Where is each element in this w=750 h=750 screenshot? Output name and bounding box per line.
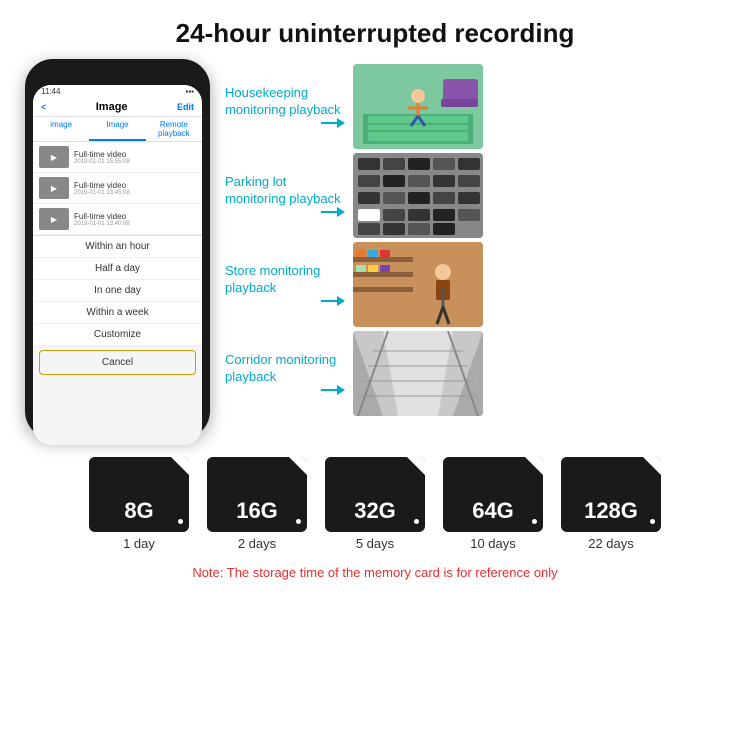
list-item[interactable]: ▶ Full-time video 2019-01-01 15:55:08 (33, 142, 202, 173)
monitoring-label-store: Store monitoringplayback (225, 263, 345, 297)
monitoring-img-store (353, 242, 483, 327)
sd-card-32g: 32G (325, 457, 425, 532)
connector-housekeeping (321, 118, 345, 128)
dropdown-option-halfday[interactable]: Half a day (33, 258, 202, 280)
sd-label-16g: 16G (236, 498, 278, 524)
phone-container: 11:44 ▪▪▪ < Image Edit image Image Remot… (20, 59, 215, 439)
phone-icons: ▪▪▪ (185, 87, 194, 96)
storage-note: Note: The storage time of the memory car… (192, 565, 557, 580)
phone-back[interactable]: < (41, 102, 46, 112)
cancel-button[interactable]: Cancel (39, 350, 196, 375)
phone-tab-image[interactable]: image (33, 117, 89, 141)
video-thumb: ▶ (39, 146, 69, 168)
card-16g: 16G 2 days (207, 457, 307, 551)
dropdown-option-customize[interactable]: Customize (33, 324, 202, 346)
monitoring-list: Housekeepingmonitoring playback (225, 59, 730, 416)
sd-label-128g: 128G (584, 498, 638, 524)
dropdown-option-oneday[interactable]: In one day (33, 280, 202, 302)
phone-list: ▶ Full-time video 2019-01-01 15:55:08 ▶ … (33, 142, 202, 235)
days-32g: 5 days (356, 536, 394, 551)
days-128g: 22 days (588, 536, 634, 551)
card-64g: 64G 10 days (443, 457, 543, 551)
storage-section: 8G 1 day 16G 2 days 32G 5 days 64G (0, 439, 750, 590)
phone-status-bar: 11:44 ▪▪▪ (33, 85, 202, 98)
header-section: 24-hour uninterrupted recording (0, 0, 750, 59)
parking-photo (353, 153, 483, 238)
phone-time: 11:44 (41, 87, 60, 96)
sd-card-16g: 16G (207, 457, 307, 532)
list-label: Full-time video (74, 181, 130, 190)
monitoring-img-corridor (353, 331, 483, 416)
phone-dropdown: Within an hour Half a day In one day Wit… (33, 235, 202, 346)
monitoring-item-parking: Parking lotmonitoring playback (225, 153, 730, 238)
phone-mockup: 11:44 ▪▪▪ < Image Edit image Image Remot… (25, 59, 210, 439)
phone-tab-image2[interactable]: Image (89, 117, 145, 141)
store-photo (353, 242, 483, 327)
phone-tabs: image Image Remote playback (33, 117, 202, 142)
sd-card-8g: 8G (89, 457, 189, 532)
label-group: Housekeepingmonitoring playback (225, 85, 345, 129)
housekeeping-photo (353, 64, 483, 149)
phone-screen: 11:44 ▪▪▪ < Image Edit image Image Remot… (33, 85, 202, 445)
storage-cards: 8G 1 day 16G 2 days 32G 5 days 64G (89, 457, 661, 551)
list-label: Full-time video (74, 212, 130, 221)
label-group: Store monitoringplayback (225, 263, 345, 307)
list-date: 2019-01-01 13:40:08 (74, 221, 130, 227)
days-16g: 2 days (238, 536, 276, 551)
monitoring-img-parking (353, 153, 483, 238)
dropdown-option-hour[interactable]: Within an hour (33, 236, 202, 258)
sd-label-8g: 8G (124, 498, 153, 524)
monitoring-label-corridor: Corridor monitoringplayback (225, 352, 345, 386)
phone-tab-remote[interactable]: Remote playback (146, 117, 202, 141)
phone-nav-title: Image (96, 101, 128, 113)
connector-parking (321, 207, 345, 217)
monitoring-item-corridor: Corridor monitoringplayback (225, 331, 730, 416)
list-item[interactable]: ▶ Full-time video 2019-01-01 13:40:08 (33, 204, 202, 235)
card-128g: 128G 22 days (561, 457, 661, 551)
monitoring-label-housekeeping: Housekeepingmonitoring playback (225, 85, 345, 119)
sd-card-64g: 64G (443, 457, 543, 532)
label-group: Corridor monitoringplayback (225, 352, 345, 396)
phone-notch (88, 69, 148, 83)
sd-label-64g: 64G (472, 498, 514, 524)
sd-label-32g: 32G (354, 498, 396, 524)
video-thumb: ▶ (39, 177, 69, 199)
middle-section: 11:44 ▪▪▪ < Image Edit image Image Remot… (0, 59, 750, 439)
days-64g: 10 days (470, 536, 516, 551)
sd-card-128g: 128G (561, 457, 661, 532)
card-8g: 8G 1 day (89, 457, 189, 551)
list-label: Full-time video (74, 150, 130, 159)
list-item[interactable]: ▶ Full-time video 2019-01-01 13:45:08 (33, 173, 202, 204)
monitoring-item-store: Store monitoringplayback (225, 242, 730, 327)
phone-nav: < Image Edit (33, 98, 202, 117)
connector-store (321, 296, 345, 306)
monitoring-label-parking: Parking lotmonitoring playback (225, 174, 345, 208)
phone-edit[interactable]: Edit (177, 102, 194, 112)
card-32g: 32G 5 days (325, 457, 425, 551)
days-8g: 1 day (123, 536, 155, 551)
monitoring-img-housekeeping (353, 64, 483, 149)
dropdown-option-week[interactable]: Within a week (33, 302, 202, 324)
page-title: 24-hour uninterrupted recording (10, 18, 740, 49)
corridor-photo (353, 331, 483, 416)
label-group: Parking lotmonitoring playback (225, 174, 345, 218)
monitoring-item-housekeeping: Housekeepingmonitoring playback (225, 64, 730, 149)
connector-corridor (321, 385, 345, 395)
list-date: 2019-01-01 13:45:08 (74, 190, 130, 196)
video-thumb: ▶ (39, 208, 69, 230)
list-date: 2019-01-01 15:55:08 (74, 159, 130, 165)
